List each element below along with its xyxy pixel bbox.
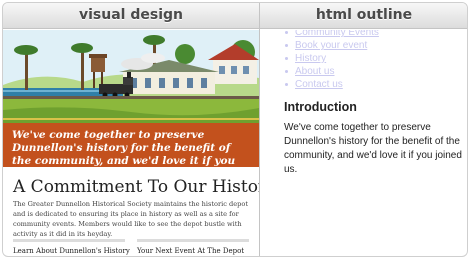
hero-banner: We've come together to preserve Dunnello… (3, 123, 259, 180)
intro-paragraph: The Greater Dunnellon Historical Society… (13, 200, 248, 238)
depot-illustration (3, 30, 259, 130)
panel-header: visual design html outline (3, 3, 467, 29)
html-outline-preview: Community Events Book your event History… (260, 30, 467, 256)
sub-rule-left (13, 239, 125, 242)
nav-item-history[interactable]: History (283, 52, 379, 65)
nav-list: Community Events Book your event History… (283, 30, 379, 91)
page-title: A Commitment To Our History (13, 177, 259, 197)
comparison-panel: visual design html outline We've come to… (2, 2, 468, 257)
nav-item-contact-us[interactable]: Contact us (283, 78, 379, 91)
html-outline-label: html outline (315, 7, 413, 23)
visual-design-preview: We've come together to preserve Dunnello… (3, 30, 259, 256)
introduction-text: We've come together to preserve Dunnello… (284, 122, 462, 175)
nav-item-community-events[interactable]: Community Events (283, 30, 379, 39)
next-event-heading: Your Next Event At The Depot (137, 247, 245, 255)
nav-item-about-us[interactable]: About us (283, 65, 379, 78)
visual-design-label: visual design (79, 7, 183, 23)
history-heading: Learn About Dunnellon's History (13, 247, 130, 255)
hero-banner-text: We've come together to preserve Dunnello… (12, 129, 236, 180)
sub-rule-right (137, 239, 249, 242)
introduction-heading: Introduction (284, 100, 357, 114)
nav-item-book-your-event[interactable]: Book your event (283, 39, 379, 52)
